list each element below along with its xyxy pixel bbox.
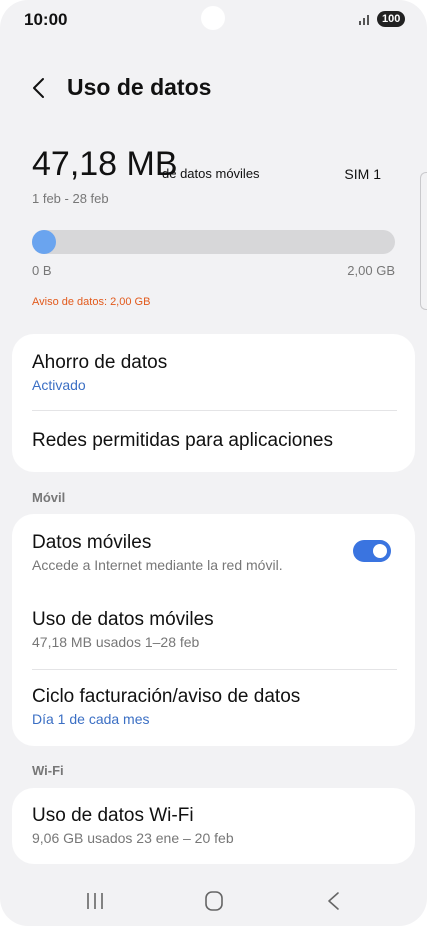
wifi-card: Uso de datos Wi-Fi 9,06 GB usados 23 ene… <box>12 788 415 864</box>
data-saver-title: Ahorro de datos <box>32 352 168 373</box>
app-header: Uso de datos <box>0 62 427 114</box>
recent-apps-icon[interactable] <box>75 888 115 914</box>
signal-icon <box>359 15 369 25</box>
toggle-knob <box>373 544 387 558</box>
divider <box>32 410 397 411</box>
mobile-data-title: Datos móviles <box>32 532 152 553</box>
usage-bar <box>32 230 395 254</box>
home-icon[interactable] <box>194 888 234 914</box>
wifi-usage-sub: 9,06 GB usados 23 ene – 20 feb <box>32 830 234 846</box>
chevron-left-icon[interactable] <box>26 74 54 102</box>
divider <box>32 669 397 670</box>
status-time: 10:00 <box>24 10 68 29</box>
navigation-bar <box>0 876 427 926</box>
data-saver-item[interactable]: Ahorro de datos Activado <box>32 352 397 393</box>
data-saver-status: Activado <box>32 377 86 393</box>
usage-suffix: de datos móviles <box>162 166 260 181</box>
back-icon[interactable] <box>314 888 354 914</box>
section-mobile: Móvil <box>32 490 66 505</box>
status-bar: 10:00 100 <box>0 0 427 40</box>
usage-bar-max: 2,00 GB <box>347 263 395 278</box>
battery-icon: 100 <box>377 11 406 27</box>
section-wifi: Wi-Fi <box>32 763 64 778</box>
usage-bar-fill <box>32 230 56 254</box>
allowed-networks-title: Redes permitidas para aplicaciones <box>32 430 333 451</box>
billing-cycle-title: Ciclo facturación/aviso de datos <box>32 686 301 707</box>
mobile-data-item[interactable]: Datos móviles Accede a Internet mediante… <box>32 532 335 573</box>
mobile-data-sub: Accede a Internet mediante la red móvil. <box>32 557 283 573</box>
usage-bar-min: 0 B <box>32 263 52 278</box>
scroll-indicator <box>420 172 427 310</box>
allowed-networks-item[interactable]: Redes permitidas para aplicaciones <box>32 430 397 452</box>
billing-cycle-item[interactable]: Ciclo facturación/aviso de datos Día 1 d… <box>32 686 397 727</box>
mobile-usage-item[interactable]: Uso de datos móviles 47,18 MB usados 1–2… <box>32 609 397 650</box>
usage-period: 1 feb - 28 feb <box>32 191 109 206</box>
mobile-data-toggle[interactable] <box>353 540 391 562</box>
sim-selector[interactable]: SIM 1 <box>344 166 381 182</box>
wifi-usage-item[interactable]: Uso de datos Wi-Fi 9,06 GB usados 23 ene… <box>32 805 397 846</box>
wifi-usage-title: Uso de datos Wi-Fi <box>32 805 194 826</box>
data-saver-card: Ahorro de datos Activado Redes permitida… <box>12 334 415 472</box>
screen: 10:00 100 Uso de datos 47,18 MB de datos… <box>0 0 427 926</box>
mobile-usage-title: Uso de datos móviles <box>32 609 214 630</box>
data-warning-label: Aviso de datos: 2,00 GB <box>32 296 151 308</box>
page-title: Uso de datos <box>67 74 212 100</box>
mobile-usage-sub: 47,18 MB usados 1–28 feb <box>32 634 200 650</box>
camera-cutout <box>201 6 225 30</box>
mobile-card: Datos móviles Accede a Internet mediante… <box>12 514 415 746</box>
usage-amount: 47,18 MB <box>32 145 178 183</box>
billing-cycle-sub: Día 1 de cada mes <box>32 711 150 727</box>
